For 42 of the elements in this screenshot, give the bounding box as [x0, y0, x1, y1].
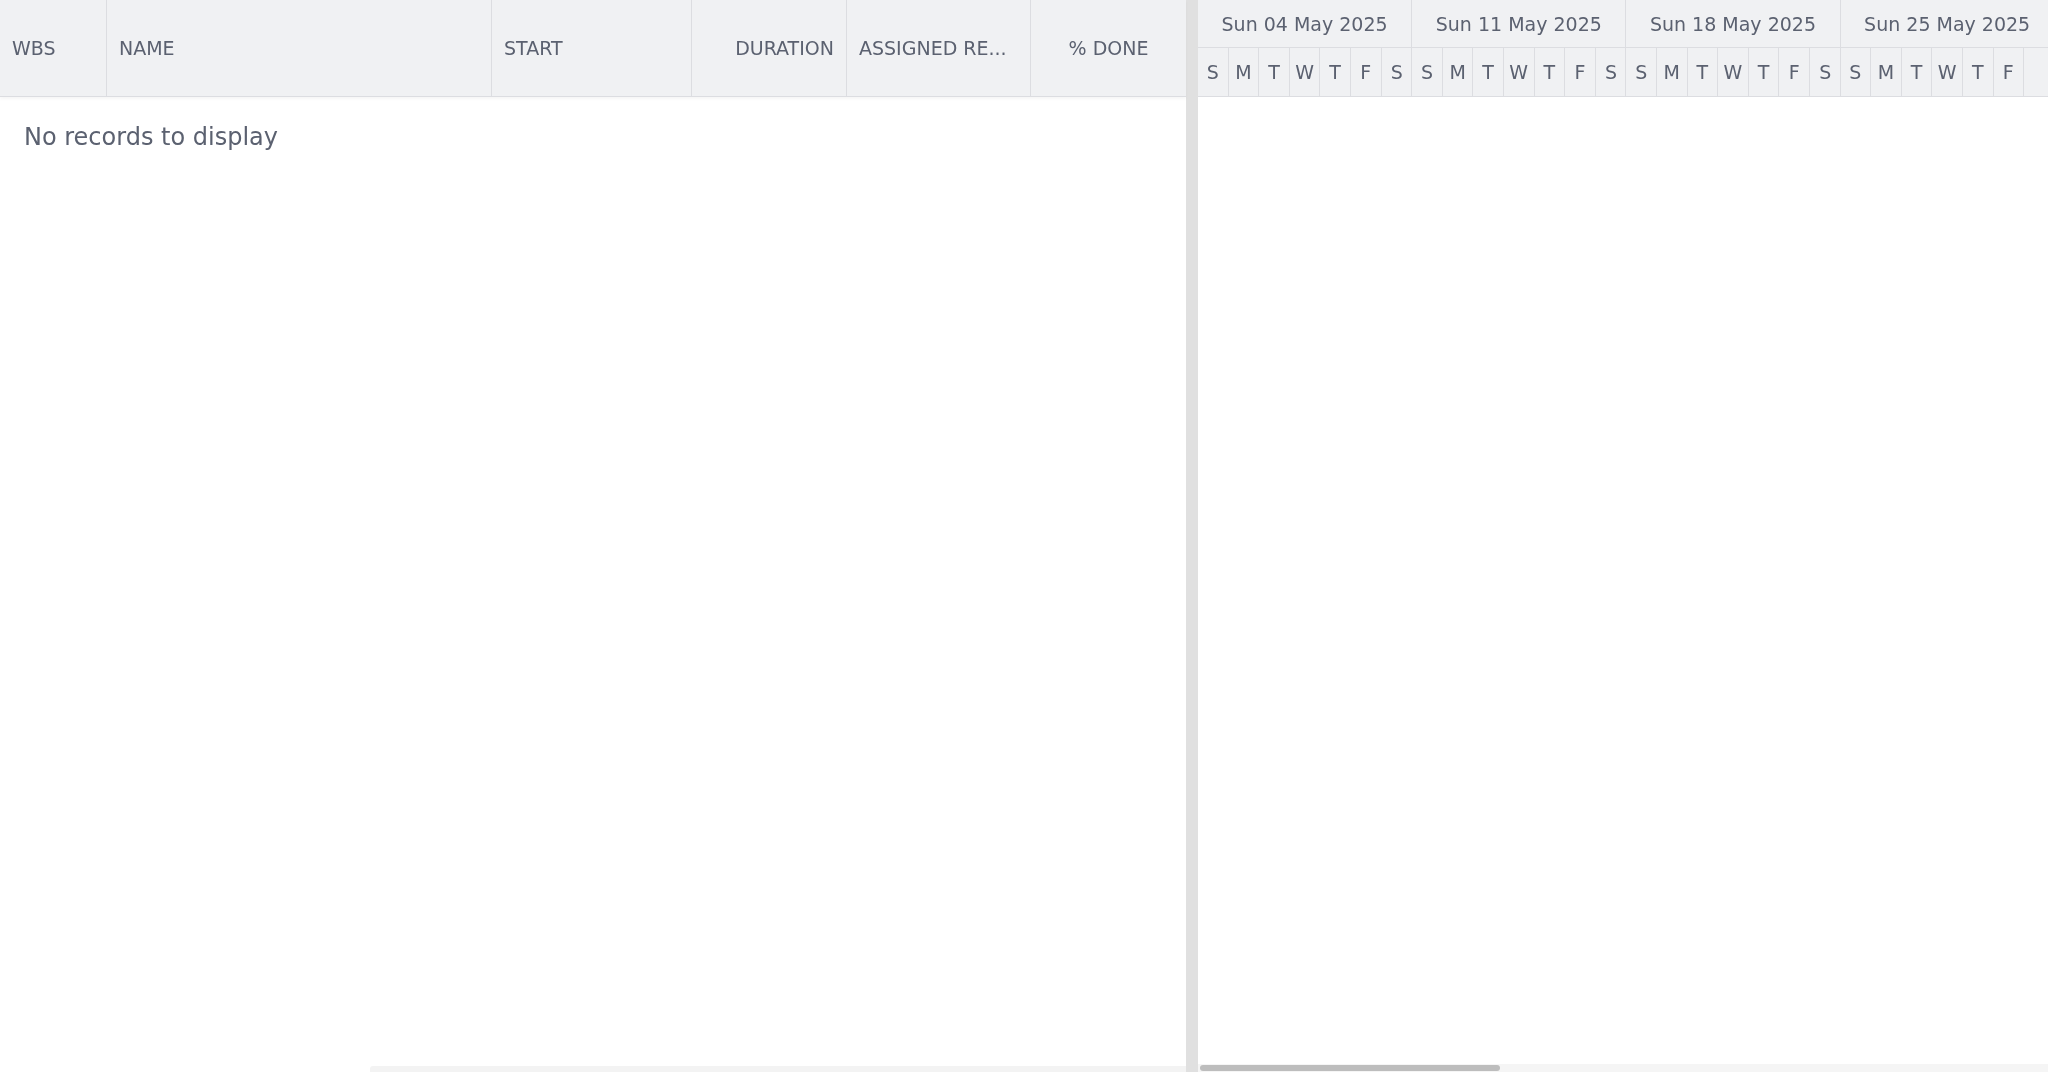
day-header: F: [1350, 48, 1382, 96]
day-header: F: [1993, 48, 2025, 96]
week-header: Sun 11 May 2025: [1412, 0, 1626, 48]
day-header: S: [1389, 60, 1404, 85]
day-header: W: [1289, 48, 1321, 96]
day-header: S: [1626, 48, 1657, 96]
day-header: S: [1818, 60, 1833, 85]
day-header: T: [1320, 48, 1351, 96]
day-header: T: [1962, 48, 1994, 96]
day-header: F: [1565, 48, 1596, 96]
week-header: Sun 04 May 2025: [1198, 0, 1412, 48]
column-header[interactable]: START: [492, 0, 692, 96]
scrollbar-track[interactable]: [370, 1066, 1186, 1072]
scrollbar-track[interactable]: [1198, 1064, 2048, 1072]
day-header: T: [1534, 48, 1566, 96]
day-header: W: [1718, 48, 1749, 96]
day-header: M: [1871, 48, 1902, 96]
column-header[interactable]: WBS: [0, 0, 107, 96]
day-header: T: [1748, 48, 1780, 96]
day-header: T: [1473, 48, 1504, 96]
week-header: Sun 18 May 2025: [1626, 0, 1840, 48]
day-header: T: [1259, 48, 1290, 96]
column-header[interactable]: NAME: [107, 0, 492, 96]
empty-message: No records to display: [23, 122, 279, 153]
day-header: W: [1932, 48, 1963, 96]
day-header: S: [1604, 60, 1619, 85]
day-header: T: [1687, 48, 1719, 96]
column-header[interactable]: DURATION: [692, 0, 847, 96]
day-header: M: [1442, 48, 1474, 96]
column-header[interactable]: ASSIGNED RE...: [847, 0, 1031, 96]
day-header: T: [1901, 48, 1933, 96]
day-header: S: [1412, 48, 1443, 96]
day-header: M: [1228, 48, 1260, 96]
day-header: S: [1840, 48, 1872, 96]
day-header: M: [1656, 48, 1688, 96]
splitter-handle[interactable]: [1186, 0, 1198, 1072]
column-header[interactable]: % DONE: [1031, 0, 1186, 96]
scrollbar-thumb[interactable]: [1200, 1065, 1500, 1071]
day-header: W: [1503, 48, 1535, 96]
day-header: F: [1779, 48, 1810, 96]
day-header: S: [1198, 48, 1229, 96]
week-header: Sun 25 May 2025: [1840, 0, 2048, 48]
